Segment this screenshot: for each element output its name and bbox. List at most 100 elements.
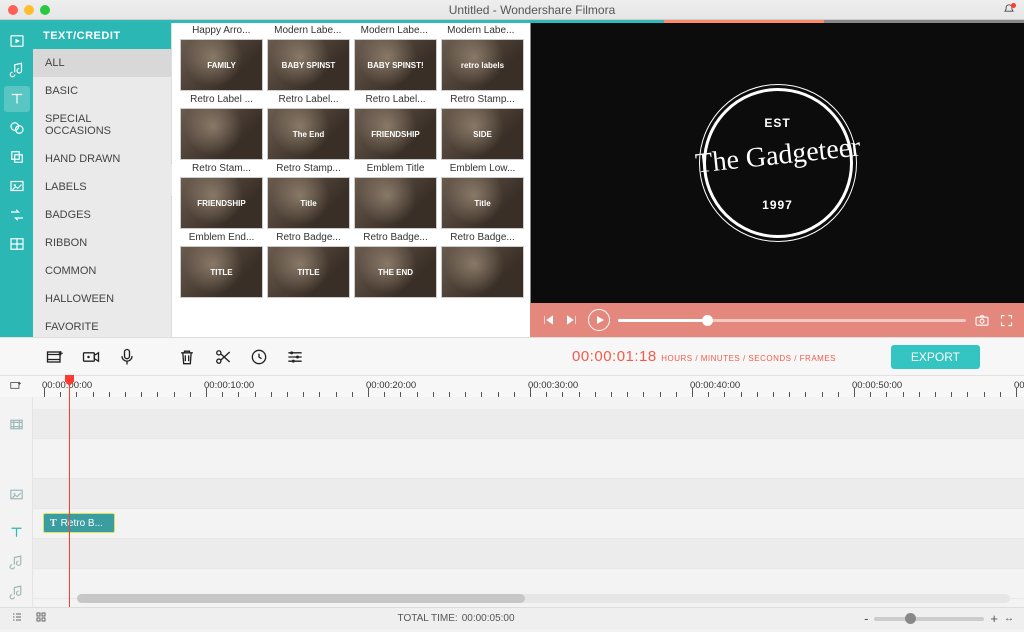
total-time-value: 00:00:05:00	[462, 613, 515, 624]
audio-track-1-icon[interactable]	[0, 547, 32, 577]
view-grid-icon[interactable]	[34, 611, 48, 626]
asset-thumbnail[interactable]: Title	[267, 177, 350, 229]
fullscreen-window-button[interactable]	[40, 5, 50, 15]
play-button[interactable]	[588, 309, 610, 331]
skip-end-icon[interactable]	[564, 312, 580, 328]
pip-track-icon[interactable]	[0, 479, 32, 509]
asset-thumbnail[interactable]: TITLE	[180, 246, 263, 298]
asset-thumbnail[interactable]: retro labels	[441, 39, 524, 91]
tool-sidebar	[0, 23, 33, 337]
asset-thumbnail[interactable]: Title	[441, 177, 524, 229]
asset-caption: Happy Arro...	[180, 25, 263, 36]
track-gutter	[0, 397, 33, 607]
category-item[interactable]: HAND DRAWN	[33, 145, 171, 173]
status-bar: TOTAL TIME: 00:00:05:00 - + ↔	[0, 607, 1024, 629]
asset-thumbnail[interactable]	[180, 108, 263, 160]
category-item[interactable]: LABELS	[33, 173, 171, 201]
notification-bell-icon[interactable]	[1002, 3, 1016, 17]
asset-gallery: Happy Arro...Modern Labe...Modern Labe..…	[172, 23, 530, 337]
category-heading: TEXT/CREDIT	[33, 23, 171, 49]
asset-caption: Retro Stam...	[180, 163, 263, 174]
ruler-label: 00:00:50:00	[852, 380, 902, 391]
progress-track[interactable]	[618, 319, 966, 322]
asset-thumbnail[interactable]	[354, 177, 437, 229]
track-body[interactable]: T Retro B...	[33, 397, 1024, 607]
text-credit-icon[interactable]	[4, 86, 30, 112]
split-screen-icon[interactable]	[4, 231, 30, 257]
badge-bottom-text: 1997	[693, 198, 863, 212]
category-item[interactable]: FAVORITE	[33, 313, 171, 337]
asset-caption: Retro Stamp...	[267, 163, 350, 174]
split-clip-icon[interactable]	[212, 346, 234, 368]
asset-thumbnail[interactable]: SIDE	[441, 108, 524, 160]
delete-icon[interactable]	[176, 346, 198, 368]
ruler-label: 00:00:30:00	[528, 380, 578, 391]
preview-viewport: EST The Gadgeteer 1997	[530, 23, 1024, 303]
add-marker-icon[interactable]	[8, 379, 24, 395]
close-window-button[interactable]	[8, 5, 18, 15]
asset-thumbnail[interactable]: BABY SPINST!	[354, 39, 437, 91]
category-item[interactable]: BASIC	[33, 77, 171, 105]
badge-top-text: EST	[693, 116, 863, 130]
video-track-icon[interactable]	[0, 409, 32, 439]
zoom-fit-icon[interactable]: ↔	[1004, 613, 1014, 624]
category-item[interactable]: RIBBON	[33, 229, 171, 257]
asset-caption: Retro Badge...	[267, 232, 350, 243]
asset-caption: Retro Badge...	[441, 232, 524, 243]
category-item[interactable]: BADGES	[33, 201, 171, 229]
transitions-icon[interactable]	[4, 202, 30, 228]
asset-thumbnail[interactable]: FAMILY	[180, 39, 263, 91]
clip-label: Retro B...	[61, 518, 103, 529]
export-button[interactable]: EXPORT	[891, 345, 980, 369]
add-media-icon[interactable]	[44, 346, 66, 368]
asset-thumbnail[interactable]: The End	[267, 108, 350, 160]
media-library-icon[interactable]	[4, 28, 30, 54]
timecode-value: 00:00:01:18	[572, 348, 657, 365]
settings-sliders-icon[interactable]	[284, 346, 306, 368]
category-item[interactable]: HALLOWEEN	[33, 285, 171, 313]
horizontal-scrollbar[interactable]	[77, 594, 1010, 603]
category-item[interactable]: ALL	[33, 49, 171, 77]
skip-start-icon[interactable]	[540, 312, 556, 328]
record-icon[interactable]	[80, 346, 102, 368]
asset-caption: Retro Stamp...	[441, 94, 524, 105]
asset-thumbnail[interactable]: FRIENDSHIP	[180, 177, 263, 229]
text-track-icon[interactable]	[0, 517, 32, 547]
asset-thumbnail[interactable]	[441, 246, 524, 298]
asset-thumbnail[interactable]: BABY SPINST	[267, 39, 350, 91]
window-controls	[8, 5, 50, 15]
preview-badge-graphic: EST The Gadgeteer 1997	[693, 78, 863, 248]
asset-caption: Emblem End...	[180, 232, 263, 243]
category-item[interactable]: COMMON	[33, 257, 171, 285]
elements-icon[interactable]	[4, 173, 30, 199]
zoom-slider[interactable]	[874, 617, 984, 621]
view-list-icon[interactable]	[10, 611, 24, 626]
music-icon[interactable]	[4, 57, 30, 83]
clock-icon[interactable]	[248, 346, 270, 368]
preview-panel: EST The Gadgeteer 1997	[530, 23, 1024, 337]
audio-track-2-icon[interactable]	[0, 577, 32, 607]
asset-thumbnail[interactable]: FRIENDSHIP	[354, 108, 437, 160]
category-item[interactable]: SPECIAL OCCASIONS	[33, 105, 171, 145]
asset-thumbnail[interactable]: THE END	[354, 246, 437, 298]
timeline-ruler[interactable]: 00:00:00:0000:00:10:0000:00:20:0000:00:3…	[0, 375, 1024, 397]
voiceover-icon[interactable]	[116, 346, 138, 368]
snapshot-icon[interactable]	[974, 312, 990, 328]
edit-toolbar: 00:00:01:18 HOURS / MINUTES / SECONDS / …	[0, 337, 1024, 375]
timecode-label: HOURS / MINUTES / SECONDS / FRAMES	[661, 354, 836, 363]
asset-thumbnail[interactable]: TITLE	[267, 246, 350, 298]
total-time-label: TOTAL TIME:	[398, 613, 458, 624]
asset-caption: Emblem Title	[354, 163, 437, 174]
zoom-out-button[interactable]: -	[864, 611, 868, 626]
asset-caption: Emblem Low...	[441, 163, 524, 174]
playhead[interactable]	[69, 375, 70, 607]
zoom-in-button[interactable]: +	[990, 611, 998, 626]
filters-icon[interactable]	[4, 115, 30, 141]
ruler-label: 00:00:20:00	[366, 380, 416, 391]
window-title: Untitled - Wondershare Filmora	[62, 3, 1002, 17]
minimize-window-button[interactable]	[24, 5, 34, 15]
timeline-clip[interactable]: T Retro B...	[43, 513, 115, 533]
fullscreen-icon[interactable]	[998, 312, 1014, 328]
asset-caption: Retro Label...	[267, 94, 350, 105]
overlays-icon[interactable]	[4, 144, 30, 170]
